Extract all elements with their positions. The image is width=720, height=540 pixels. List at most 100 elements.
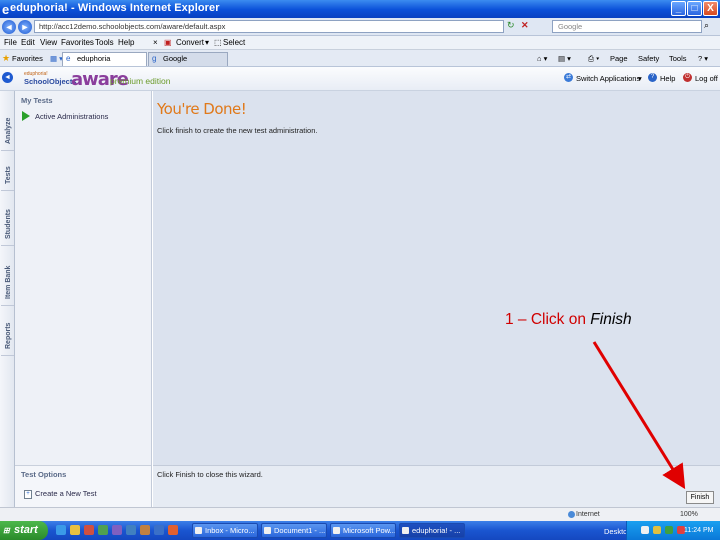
favorites-tab-row: ★ Favorites ▦ ▾ e eduphoria g Google ⌂ ▾… bbox=[0, 50, 720, 67]
page-menu[interactable]: Page bbox=[610, 54, 628, 63]
ie-tab-icon: e bbox=[66, 54, 71, 63]
menu-help[interactable]: Help bbox=[118, 38, 134, 47]
stop-icon[interactable]: ✕ bbox=[521, 20, 533, 33]
quicklaunch-app3-icon[interactable] bbox=[112, 525, 122, 535]
feeds-icon[interactable]: ▤ ▾ bbox=[558, 54, 571, 63]
close-button[interactable]: X bbox=[703, 1, 718, 16]
quicklaunch-app-icon[interactable] bbox=[84, 525, 94, 535]
tools-menu[interactable]: Tools bbox=[669, 54, 687, 63]
maximize-button[interactable]: □ bbox=[687, 1, 702, 16]
wizard-footer: Click Finish to close this wizard. Finis… bbox=[153, 465, 720, 507]
annotation-emphasis: Finish bbox=[590, 311, 632, 328]
footer-text: Click Finish to close this wizard. bbox=[157, 470, 263, 479]
start-button[interactable]: ⊞ start bbox=[0, 521, 48, 540]
windows-flag-icon: ⊞ bbox=[3, 526, 10, 535]
task-eduphoria[interactable]: eduphoria! - ... bbox=[399, 523, 465, 538]
instruction-text: Click finish to create the new test admi… bbox=[157, 126, 318, 135]
quicklaunch-app5-icon[interactable] bbox=[140, 525, 150, 535]
ie-task-icon bbox=[402, 527, 409, 534]
tab-tests[interactable]: Tests bbox=[1, 151, 14, 191]
task-outlook[interactable]: Inbox - Micro... bbox=[192, 523, 258, 538]
switch-apps-dropdown-icon[interactable]: ▾ bbox=[638, 74, 642, 83]
print-icon[interactable]: ⎙ ▾ bbox=[588, 54, 599, 64]
quicklaunch-app6-icon[interactable] bbox=[154, 525, 164, 535]
finish-button[interactable]: Finish bbox=[686, 491, 714, 504]
switch-applications-link[interactable]: Switch Applications bbox=[576, 74, 640, 83]
powerpoint-icon bbox=[333, 527, 340, 534]
close-toolbar-icon[interactable]: × bbox=[153, 38, 158, 47]
menu-file[interactable]: File bbox=[4, 38, 17, 47]
window-title: eduphoria! - Windows Internet Explorer bbox=[10, 2, 220, 14]
tab-analyze[interactable]: Analyze bbox=[1, 91, 14, 151]
menu-favorites[interactable]: Favorites bbox=[61, 38, 94, 47]
window-title-bar: e eduphoria! - Windows Internet Explorer… bbox=[0, 0, 720, 18]
tab-item-bank[interactable]: Item Bank bbox=[1, 246, 14, 306]
help-link[interactable]: Help bbox=[660, 74, 675, 83]
tab-google[interactable]: g Google bbox=[148, 52, 228, 66]
schoolobjects-logo: eduphoria! SchoolObjects bbox=[24, 71, 77, 86]
play-icon bbox=[22, 111, 30, 121]
forward-icon[interactable]: ► bbox=[18, 20, 32, 34]
tab-eduphoria[interactable]: e eduphoria bbox=[62, 52, 147, 66]
security-zone: Internet bbox=[576, 511, 600, 518]
quicklaunch-folder-icon[interactable] bbox=[70, 525, 80, 535]
edition-label: premium edition bbox=[110, 76, 171, 86]
select-icon: ⬚ bbox=[214, 38, 222, 47]
task-word[interactable]: Document1 - ... bbox=[261, 523, 327, 538]
quicklaunch-app4-icon[interactable] bbox=[126, 525, 136, 535]
menu-view[interactable]: View bbox=[40, 38, 57, 47]
clock: 11:24 PM bbox=[684, 527, 714, 534]
menu-tools[interactable]: Tools bbox=[95, 38, 114, 47]
tray-icon-3[interactable] bbox=[665, 526, 673, 534]
refresh-icon[interactable]: ↻ bbox=[507, 20, 519, 33]
tab-reports[interactable]: Reports bbox=[1, 306, 14, 356]
help-menu-icon[interactable]: ? ▾ bbox=[698, 54, 708, 63]
outlook-icon bbox=[195, 527, 202, 534]
select-button[interactable]: Select bbox=[223, 38, 245, 47]
annotation-callout: 1 – Click on Finish bbox=[505, 311, 632, 329]
app-back-icon[interactable]: ◄ bbox=[2, 72, 13, 83]
search-icon[interactable]: ⌕ bbox=[704, 20, 709, 31]
menu-bar: File Edit View Favorites Tools Help × ▣ … bbox=[0, 36, 720, 50]
tray-icon-1[interactable] bbox=[641, 526, 649, 534]
taskbar: ⊞ start Inbox - Micro... Document1 - ...… bbox=[0, 521, 720, 540]
tab-students[interactable]: Students bbox=[1, 191, 14, 246]
annotation-prefix: 1 – Click on bbox=[505, 311, 586, 328]
task-powerpoint[interactable]: Microsoft Pow... bbox=[330, 523, 396, 538]
page-title: You're Done! bbox=[157, 100, 247, 118]
active-administrations-link[interactable]: Active Administrations bbox=[35, 112, 108, 121]
switch-apps-icon: ⇄ bbox=[564, 73, 573, 82]
address-row: ◄ ► http://acc12demo.schoolobjects.com/a… bbox=[0, 18, 720, 36]
minimize-button[interactable]: _ bbox=[671, 1, 686, 16]
tray-icon-2[interactable] bbox=[653, 526, 661, 534]
my-tests-heading: My Tests bbox=[21, 96, 53, 105]
home-icon[interactable]: ⌂ ▾ bbox=[537, 54, 547, 63]
quicklaunch-ie-icon[interactable] bbox=[56, 525, 66, 535]
create-new-test-link[interactable]: Create a New Test bbox=[35, 489, 97, 498]
favorites-star-icon[interactable]: ★ bbox=[2, 53, 10, 64]
favorites-button[interactable]: Favorites bbox=[12, 54, 43, 63]
new-test-icon: + bbox=[24, 490, 32, 499]
logoff-link[interactable]: Log off bbox=[695, 74, 718, 83]
sidebar: My Tests Active Administrations Test Opt… bbox=[15, 91, 152, 507]
status-bar: Internet 100% bbox=[0, 507, 720, 521]
test-options-panel: Test Options + Create a New Test bbox=[15, 465, 151, 507]
logoff-icon: ⏻ bbox=[683, 73, 692, 82]
convert-button[interactable]: Convert bbox=[176, 38, 204, 47]
menu-edit[interactable]: Edit bbox=[21, 38, 35, 47]
pdf-convert-icon: ▣ bbox=[164, 38, 172, 47]
back-icon[interactable]: ◄ bbox=[2, 20, 16, 34]
ie-logo-icon: e bbox=[2, 2, 10, 17]
quicklaunch-app7-icon[interactable] bbox=[168, 525, 178, 535]
help-icon: ? bbox=[648, 73, 657, 82]
wizard-main-panel: You're Done! Click finish to create the … bbox=[153, 91, 720, 507]
search-input[interactable]: Google bbox=[552, 20, 702, 33]
test-options-heading: Test Options bbox=[21, 470, 67, 479]
safety-menu[interactable]: Safety bbox=[638, 54, 659, 63]
convert-dropdown-icon[interactable]: ▾ bbox=[205, 38, 209, 47]
quicklaunch-app2-icon[interactable] bbox=[98, 525, 108, 535]
tab-list-icon[interactable]: ▦ ▾ bbox=[50, 54, 63, 63]
zoom-level[interactable]: 100% bbox=[680, 511, 698, 518]
app-header: ◄ eduphoria! SchoolObjects aware premium… bbox=[0, 67, 720, 91]
address-input[interactable]: http://acc12demo.schoolobjects.com/aware… bbox=[34, 20, 504, 33]
